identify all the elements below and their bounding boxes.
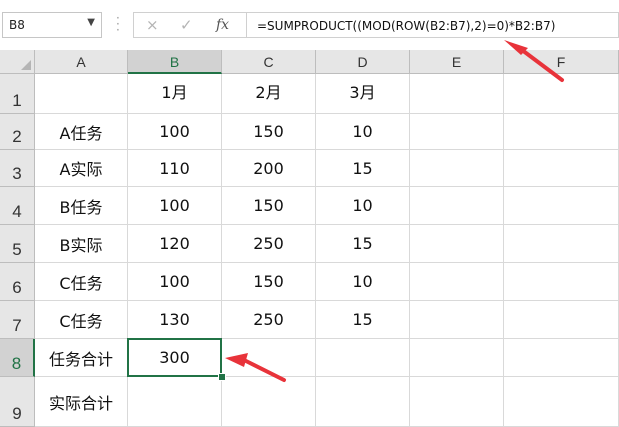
cell-b5[interactable]: 120 (128, 225, 222, 263)
formula-input[interactable]: =SUMPRODUCT((MOD(ROW(B2:B7),2)=0)*B2:B7) (247, 12, 619, 38)
cell-c4[interactable]: 150 (222, 187, 316, 225)
cell-b6[interactable]: 100 (128, 263, 222, 301)
row-header-8[interactable]: 8 (0, 339, 35, 377)
cell-a4[interactable]: B任务 (35, 187, 128, 225)
row-number: 4 (12, 202, 22, 221)
cell-a5[interactable]: B实际 (35, 225, 128, 263)
formula-buttons: × ✓ fx (133, 12, 247, 38)
cancel-icon[interactable]: × (146, 16, 159, 34)
cell-a1[interactable] (35, 74, 128, 114)
cell-c6[interactable]: 150 (222, 263, 316, 301)
cell-e7[interactable] (410, 301, 504, 339)
cell-a3[interactable]: A实际 (35, 150, 128, 187)
row-header-3[interactable]: 3 (0, 150, 35, 187)
select-all-icon (21, 60, 31, 70)
cell-b7[interactable]: 130 (128, 301, 222, 339)
column-header-b[interactable]: B (128, 50, 222, 74)
row-number: 5 (12, 240, 22, 259)
row-header-4[interactable]: 4 (0, 187, 35, 225)
row-number: 3 (12, 164, 22, 183)
name-box[interactable]: B8 ▼ (2, 12, 102, 38)
cell-d5[interactable]: 15 (316, 225, 410, 263)
cell-b3[interactable]: 110 (128, 150, 222, 187)
arrow-shaft (520, 48, 564, 82)
cell-e5[interactable] (410, 225, 504, 263)
cell-f8[interactable] (504, 339, 619, 377)
row-number: 1 (12, 91, 22, 110)
row-number: 7 (12, 316, 22, 335)
cell-c1[interactable]: 2月 (222, 74, 316, 114)
row-header-2[interactable]: 2 (0, 114, 35, 150)
annotation-arrow-formula (504, 40, 564, 82)
cell-c5[interactable]: 250 (222, 225, 316, 263)
cell-b1[interactable]: 1月 (128, 74, 222, 114)
column-header-c[interactable]: C (222, 50, 316, 74)
column-header-d[interactable]: D (316, 50, 410, 74)
arrow-shaft (242, 358, 286, 382)
row-number: 9 (12, 404, 22, 423)
column-header-a[interactable]: A (35, 50, 128, 74)
row-header-6[interactable]: 6 (0, 263, 35, 301)
cell-a2[interactable]: A任务 (35, 114, 128, 150)
cell-c2[interactable]: 150 (222, 114, 316, 150)
cell-d3[interactable]: 15 (316, 150, 410, 187)
name-box-value: B8 (9, 18, 25, 32)
cell-d9[interactable] (316, 377, 410, 427)
spreadsheet-grid: A B C D E F 1 1月 2月 3月 2 A任务 100 150 10 3 A实际 110 200 15 4 B任… (0, 50, 619, 427)
select-all-button[interactable] (0, 50, 35, 74)
cell-f4[interactable] (504, 187, 619, 225)
cell-e4[interactable] (410, 187, 504, 225)
cell-e6[interactable] (410, 263, 504, 301)
cell-d8[interactable] (316, 339, 410, 377)
column-header-e[interactable]: E (410, 50, 504, 74)
cell-a9[interactable]: 实际合计 (35, 377, 128, 427)
row-number: 8 (11, 354, 22, 373)
enter-icon[interactable]: ✓ (180, 16, 193, 34)
cell-b2[interactable]: 100 (128, 114, 222, 150)
insert-function-icon[interactable]: fx (216, 17, 229, 33)
cell-f9[interactable] (504, 377, 619, 427)
cell-e9[interactable] (410, 377, 504, 427)
cell-b8[interactable]: 300 (128, 339, 222, 377)
cell-f3[interactable] (504, 150, 619, 187)
cell-e3[interactable] (410, 150, 504, 187)
cell-e8[interactable] (410, 339, 504, 377)
cell-f7[interactable] (504, 301, 619, 339)
cell-b4[interactable]: 100 (128, 187, 222, 225)
cell-a7[interactable]: C任务 (35, 301, 128, 339)
annotation-arrow-cell (225, 353, 286, 382)
cell-f5[interactable] (504, 225, 619, 263)
drag-handle-icon[interactable]: · · · (116, 12, 120, 36)
cell-e2[interactable] (410, 114, 504, 150)
cell-a6[interactable]: C任务 (35, 263, 128, 301)
cell-d7[interactable]: 15 (316, 301, 410, 339)
formula-text: =SUMPRODUCT((MOD(ROW(B2:B7),2)=0)*B2:B7) (257, 19, 556, 33)
cell-d2[interactable]: 10 (316, 114, 410, 150)
row-header-1[interactable]: 1 (0, 74, 35, 114)
row-number: 2 (12, 127, 22, 146)
cell-a8[interactable]: 任务合计 (35, 339, 128, 377)
cell-c7[interactable]: 250 (222, 301, 316, 339)
cell-b9[interactable] (128, 377, 222, 427)
cell-f2[interactable] (504, 114, 619, 150)
cell-f6[interactable] (504, 263, 619, 301)
cell-c3[interactable]: 200 (222, 150, 316, 187)
cell-d4[interactable]: 10 (316, 187, 410, 225)
row-header-7[interactable]: 7 (0, 301, 35, 339)
cell-d6[interactable]: 10 (316, 263, 410, 301)
cell-d1[interactable]: 3月 (316, 74, 410, 114)
chevron-down-icon[interactable]: ▼ (87, 17, 95, 28)
cell-e1[interactable] (410, 74, 504, 114)
row-number: 6 (12, 278, 22, 297)
row-header-5[interactable]: 5 (0, 225, 35, 263)
row-header-9[interactable]: 9 (0, 377, 35, 427)
